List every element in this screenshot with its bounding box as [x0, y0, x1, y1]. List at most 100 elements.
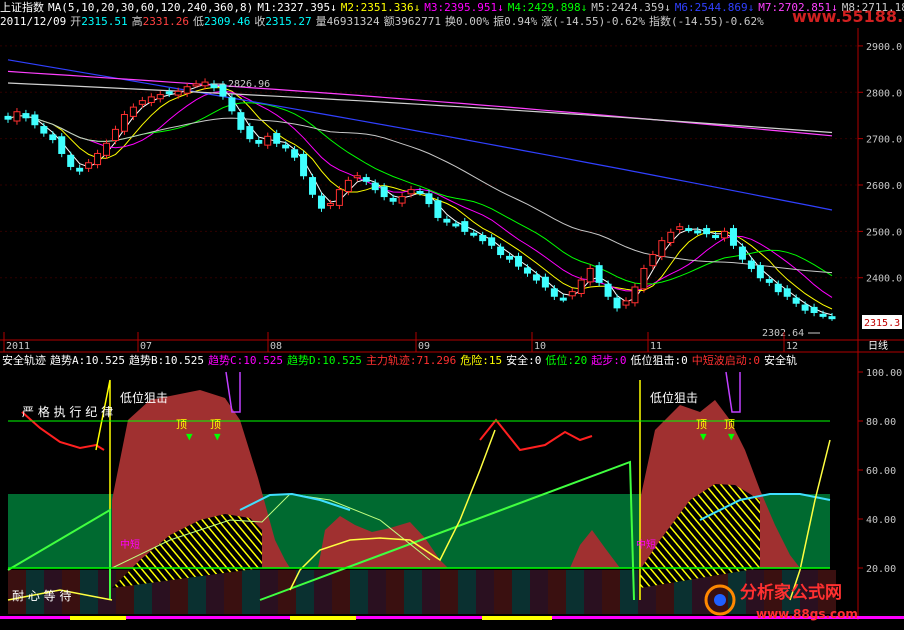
candle[interactable]: [631, 286, 639, 304]
candle[interactable]: [783, 288, 791, 297]
candle[interactable]: [246, 126, 254, 140]
candle[interactable]: [85, 162, 93, 169]
candle[interactable]: [488, 237, 496, 246]
candle[interactable]: [452, 223, 460, 227]
candle[interactable]: [577, 279, 585, 294]
candle[interactable]: [568, 291, 576, 297]
candle[interactable]: [67, 154, 75, 167]
candle[interactable]: [147, 96, 155, 103]
candle[interactable]: [515, 255, 523, 267]
candle[interactable]: [550, 288, 558, 297]
candle[interactable]: [425, 193, 433, 205]
candle[interactable]: [416, 190, 424, 194]
candle[interactable]: [756, 265, 764, 279]
candle[interactable]: [729, 228, 737, 246]
candle[interactable]: [434, 200, 442, 218]
index-name[interactable]: 上证指数: [0, 1, 44, 14]
quote-date: 2011/12/09: [0, 15, 67, 28]
strip-cell: [296, 570, 314, 614]
candle[interactable]: [201, 81, 209, 87]
candle[interactable]: [747, 260, 755, 269]
candle[interactable]: [129, 106, 137, 117]
candle[interactable]: [111, 128, 119, 141]
candle[interactable]: [174, 90, 182, 96]
period-label[interactable]: 日线: [868, 339, 888, 352]
candle[interactable]: [58, 136, 66, 154]
candle[interactable]: [94, 152, 102, 166]
candle[interactable]: [4, 115, 12, 120]
candle[interactable]: [712, 235, 720, 239]
candle[interactable]: [604, 283, 612, 297]
candle[interactable]: [291, 149, 299, 158]
candle[interactable]: [559, 297, 567, 301]
candle[interactable]: [362, 177, 370, 182]
candle[interactable]: [470, 232, 478, 236]
candle[interactable]: [828, 316, 836, 320]
strip-cell: [206, 570, 224, 614]
candle[interactable]: [819, 313, 827, 317]
indicator-value-10: 起步:0: [591, 354, 627, 367]
candle[interactable]: [371, 182, 379, 191]
candle[interactable]: [613, 297, 621, 309]
candle[interactable]: [76, 167, 84, 172]
candle[interactable]: [300, 153, 308, 177]
candle[interactable]: [595, 265, 603, 283]
candle[interactable]: [398, 196, 406, 204]
candle[interactable]: [774, 283, 782, 293]
ma-value-1: M1:2327.395↓: [257, 1, 337, 14]
stock-chart[interactable]: 2826.96 2302.64 2900.0 2800.0 2700.0 2600.0…: [0, 0, 904, 630]
candle[interactable]: [479, 235, 487, 242]
candle[interactable]: [344, 179, 352, 192]
candle[interactable]: [237, 112, 245, 130]
candle[interactable]: [506, 255, 514, 260]
candle[interactable]: [738, 246, 746, 260]
candle[interactable]: [676, 226, 684, 231]
candle[interactable]: [192, 83, 200, 87]
candle[interactable]: [31, 114, 39, 126]
candle[interactable]: [138, 100, 146, 105]
candle[interactable]: [103, 142, 111, 156]
candle[interactable]: [49, 134, 57, 141]
candle[interactable]: [640, 267, 648, 290]
candle[interactable]: [228, 97, 236, 112]
candle[interactable]: [658, 240, 666, 257]
candle[interactable]: [523, 267, 531, 274]
candle[interactable]: [165, 91, 173, 95]
candle[interactable]: [667, 231, 675, 243]
candle[interactable]: [273, 133, 281, 144]
candle[interactable]: [541, 276, 549, 288]
candle[interactable]: [810, 306, 818, 313]
candle[interactable]: [622, 300, 630, 306]
candle[interactable]: [685, 228, 693, 232]
candle[interactable]: [649, 254, 657, 267]
candle[interactable]: [801, 304, 809, 311]
candle[interactable]: [13, 111, 21, 122]
candle[interactable]: [380, 186, 388, 198]
candle[interactable]: [461, 221, 469, 232]
candle[interactable]: [326, 203, 334, 207]
candle[interactable]: [721, 230, 729, 239]
candle[interactable]: [335, 189, 343, 206]
candle[interactable]: [255, 139, 263, 144]
candle[interactable]: [22, 113, 30, 119]
candle[interactable]: [703, 228, 711, 235]
candle[interactable]: [219, 84, 227, 97]
candle[interactable]: [282, 144, 290, 149]
candle[interactable]: [353, 175, 361, 179]
candle[interactable]: [443, 218, 451, 223]
candle[interactable]: [309, 177, 317, 195]
candle[interactable]: [407, 189, 415, 195]
candle[interactable]: [694, 230, 702, 234]
candle[interactable]: [317, 195, 325, 209]
candle[interactable]: [497, 246, 505, 256]
candle[interactable]: [792, 297, 800, 304]
candle[interactable]: [532, 274, 540, 281]
candle[interactable]: [264, 135, 272, 146]
candle[interactable]: [40, 126, 48, 134]
candle[interactable]: [120, 114, 128, 132]
candle[interactable]: [586, 267, 594, 283]
candle[interactable]: [183, 86, 191, 94]
candle[interactable]: [765, 279, 773, 283]
candle[interactable]: [156, 94, 164, 100]
candle[interactable]: [389, 197, 397, 202]
